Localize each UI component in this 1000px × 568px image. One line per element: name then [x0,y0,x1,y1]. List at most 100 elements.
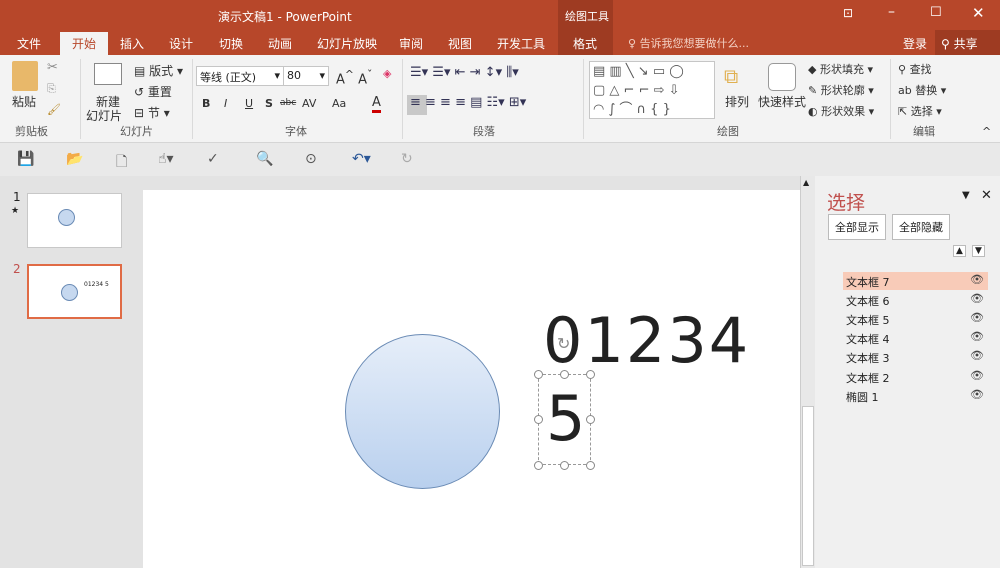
shape-outline-button[interactable]: ✎ 形状轮廓 ▾ [808,82,874,98]
tab-developer[interactable]: 开发工具 [497,35,545,52]
char-spacing-button[interactable]: AV [302,97,316,110]
grow-font-button[interactable]: A^ Aˇ [336,68,372,87]
format-painter-icon[interactable]: 🖌 [47,103,61,116]
selection-item[interactable]: 文本框 3 👁 [843,348,988,366]
italic-button[interactable]: I [224,97,227,110]
underline-button[interactable]: U [245,97,253,110]
eye-icon[interactable]: 👁 [970,311,984,324]
open-icon[interactable]: 📂 [66,151,83,167]
eye-icon[interactable]: 👁 [970,292,984,305]
arrange-button[interactable]: 排列 [725,93,749,110]
send-backward-icon[interactable]: ▼ [972,245,985,257]
save-icon[interactable]: 💾 [17,151,34,167]
new-slide-icon[interactable] [94,63,122,85]
paste-icon[interactable] [12,61,38,91]
group-slides: 幻灯片 [120,125,153,138]
font-color-button[interactable]: A [372,95,381,113]
paste-button[interactable]: 粘贴 [12,93,36,110]
pane-options-icon[interactable]: ▼ [962,190,970,201]
group-paragraph: 段落 [473,125,495,138]
selection-item[interactable]: 文本框 6 👁 [843,291,988,309]
minimize-button[interactable]: – [888,4,895,20]
pane-close-icon[interactable]: ✕ [981,188,992,203]
quick-styles-button[interactable]: 快速样式 [758,93,806,110]
new-icon[interactable]: 🗋 [116,151,127,175]
eye-icon[interactable]: 👁 [970,273,984,286]
tab-slideshow[interactable]: 幻灯片放映 [317,35,377,52]
tab-view[interactable]: 视图 [448,35,472,52]
clear-format-icon[interactable]: ◈ [383,67,391,80]
eye-icon[interactable]: 👁 [970,349,984,362]
shape-effects-button[interactable]: ◐ 形状效果 ▾ [808,103,874,119]
ellipse-1[interactable] [345,334,500,489]
eye-icon[interactable]: 👁 [970,369,984,382]
tell-me-input[interactable]: ♀ 告诉我您想要做什么... [628,35,749,51]
reset-button[interactable]: ↺ 重置 [134,83,172,100]
strikethrough-button[interactable]: abc [280,98,296,108]
shape-fill-button[interactable]: ◆ 形状填充 ▾ [808,61,873,77]
slide-thumbnail-2[interactable]: 01234 5 [27,264,122,319]
quick-styles-icon[interactable] [768,63,796,91]
eye-icon[interactable]: 👁 [970,330,984,343]
close-button[interactable]: ✕ [972,4,985,22]
person-icon: ⚲ [941,37,950,51]
tab-format[interactable]: 格式 [573,35,597,52]
cut-icon[interactable]: ✂ [47,60,58,75]
tab-file[interactable]: 文件 [17,35,41,52]
bold-button[interactable]: B [202,97,210,110]
replace-button[interactable]: ab 替换 ▾ [898,82,946,98]
font-size-select[interactable]: 80 ▾ [283,66,329,86]
maximize-button[interactable]: ☐ [930,5,942,20]
collapse-ribbon-icon[interactable]: ^ [982,125,991,138]
scroll-thumb[interactable] [802,406,814,566]
tab-home[interactable]: 开始 [60,32,109,55]
tab-transitions[interactable]: 切换 [219,35,243,52]
vertical-scrollbar[interactable]: ▲ [800,176,815,568]
bullets-icon[interactable]: ☰▾ ☰▾ ⇤ ⇥ ↕▾ ⫼▾ [410,65,519,80]
tab-design[interactable]: 设计 [169,35,193,52]
group-drawing: 绘图 [717,125,739,138]
ribbon-display-icon[interactable]: ⊡ [843,6,853,20]
title-bar: 演示文稿1 - PowerPoint 绘图工具 ⊡ – ☐ ✕ [0,0,1000,55]
hide-all-button[interactable]: 全部隐藏 [892,214,950,240]
text-box-line2[interactable]: 5 [546,384,585,454]
copy-icon[interactable]: ⎘ [47,82,56,96]
new-slide-dropdown[interactable]: 幻灯片 [86,107,122,124]
rotate-handle-icon[interactable]: ↻ [557,334,570,353]
scroll-up-icon[interactable]: ▲ [803,178,809,187]
selection-item[interactable]: 椭圆 1 👁 [843,387,988,405]
arrange-icon[interactable]: ⧉ [724,64,738,88]
find-button[interactable]: ⚲ 查找 [898,61,932,77]
ribbon: 粘贴 ✂ ⎘ 🖌 剪贴板 新建 幻灯片 ▤ 版式 ▾ ↺ 重置 ⊟ 节 ▾ 幻灯… [0,55,1000,143]
selection-item[interactable]: 文本框 4 👁 [843,329,988,347]
selection-item[interactable]: 文本框 5 👁 [843,310,988,328]
show-all-button[interactable]: 全部显示 [828,214,886,240]
signin-link[interactable]: 登录 [903,35,927,52]
change-case-button[interactable]: Aa [332,97,346,110]
bring-forward-icon[interactable]: ▲ [953,245,966,257]
eye-icon[interactable]: 👁 [970,388,984,401]
selection-item[interactable]: 文本框 7 👁 [843,272,988,290]
shapes-gallery[interactable]: ▤ ▥ ╲ ↘ ▭ ◯ ▢ △ ⌐ ⌐ ⇨ ⇩ ◠ ∫ ⌒ ∩ { } [589,61,715,119]
slide-thumbnail-1[interactable] [27,193,122,248]
touch-mode-icon[interactable]: ☝▾ [158,151,174,167]
share-button[interactable]: ⚲ 共享 [935,30,1000,55]
section-button[interactable]: ⊟ 节 ▾ [134,104,170,121]
font-name-select[interactable]: 等线 (正文) ▾ [196,66,284,86]
slide-canvas[interactable]: 01234 5 ↻ [143,190,800,568]
print-preview-icon[interactable]: 🔍 [256,151,273,167]
selection-item[interactable]: 文本框 2 👁 [843,368,988,386]
align-icons[interactable]: ≡ ≡ ≡ ≡ ▤ ☷▾ ⊞▾ [410,95,526,110]
slideshow-icon[interactable]: ⊙ [305,151,317,167]
layout-button[interactable]: ▤ 版式 ▾ [134,62,183,79]
tab-review[interactable]: 审阅 [399,35,423,52]
text-box-line1[interactable]: 01234 [543,306,750,376]
select-button[interactable]: ⇱ 选择 ▾ [898,103,942,119]
redo-icon[interactable]: ↻ [401,151,413,167]
tab-insert[interactable]: 插入 [120,35,144,52]
shadow-button[interactable]: S [265,97,273,110]
spelling-icon[interactable]: ✓ [207,151,219,167]
undo-icon[interactable]: ↶▾ [352,151,371,167]
group-font: 字体 [285,125,307,138]
tab-animations[interactable]: 动画 [268,35,292,52]
